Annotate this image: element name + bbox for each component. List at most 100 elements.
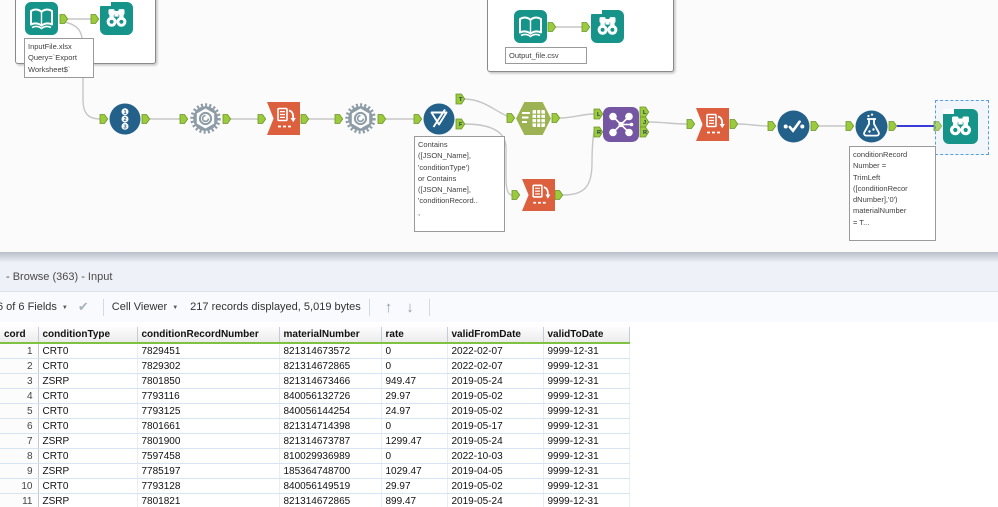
output-anchor[interactable] (377, 114, 387, 124)
data-cell[interactable]: 9999-12-31 (543, 388, 630, 404)
data-cell[interactable]: 821314714398 (279, 418, 382, 434)
row-number-cell[interactable]: 1 (0, 343, 39, 359)
row-number-cell[interactable]: 9 (0, 463, 39, 479)
apply-check-icon[interactable]: ✔ (78, 299, 89, 315)
table-row[interactable]: 7 ZSRP 7801900 821314673787 1299.47 2019-05-2… (0, 433, 630, 449)
connection-wire[interactable] (562, 131, 595, 196)
output-anchor[interactable] (729, 119, 739, 129)
data-cell[interactable]: 7793128 (137, 478, 280, 494)
table-row[interactable]: 1 CRT0 7829451 821314673572 0 2022-02-07 9999-… (0, 343, 630, 359)
data-cell[interactable]: 7829451 (137, 343, 280, 359)
output-anchor[interactable] (888, 121, 898, 131)
data-cell[interactable]: 2022-10-03 (447, 448, 544, 464)
formula-tool[interactable] (855, 110, 888, 143)
workflow-canvas[interactable]: TFLRLJR 1 2 3 InputFile.xlsx Query=`Expo… (0, 0, 998, 252)
connection-wire[interactable] (559, 113, 595, 119)
data-cell[interactable]: 2019-05-24 (447, 493, 544, 507)
data-cell[interactable]: 185364748700 (279, 463, 382, 479)
data-cell[interactable]: 7793116 (137, 388, 280, 404)
connection-wire[interactable] (737, 123, 769, 127)
data-cell[interactable]: CRT0 (38, 403, 138, 419)
data-cell[interactable]: 24.97 (381, 403, 448, 419)
input-anchor[interactable] (686, 119, 696, 129)
table-row[interactable]: 9 ZSRP 7785197 185364748700 1029.47 2019-04-0… (0, 463, 630, 479)
table-row[interactable]: 3 ZSRP 7801850 821314673466 949.47 2019-05-24… (0, 373, 630, 389)
data-cell[interactable]: 810029936989 (279, 448, 382, 464)
row-number-cell[interactable]: 8 (0, 448, 39, 464)
data-cell[interactable]: 0 (381, 418, 448, 434)
data-cell[interactable]: 29.97 (381, 388, 448, 404)
output-anchor[interactable] (810, 121, 820, 131)
row-number-cell[interactable]: 11 (0, 493, 39, 507)
input-anchor[interactable] (334, 114, 344, 124)
select-tool[interactable] (777, 110, 810, 143)
annotation-output-file[interactable]: Output_file.csv (505, 47, 587, 65)
data-cell[interactable]: 9999-12-31 (543, 448, 630, 464)
data-cell[interactable]: 821314672865 (279, 358, 382, 374)
data-cell[interactable]: 9999-12-31 (543, 418, 630, 434)
browse-tool-2[interactable] (591, 10, 624, 43)
data-cell[interactable]: 1029.47 (381, 463, 448, 479)
data-cell[interactable]: 949.47 (381, 373, 448, 389)
data-cell[interactable]: 2019-05-02 (447, 478, 544, 494)
data-cell[interactable]: ZSRP (38, 493, 138, 507)
output-anchor[interactable] (222, 114, 232, 124)
output-anchor[interactable] (554, 190, 564, 200)
output-anchor[interactable]: R (639, 126, 650, 138)
data-cell[interactable]: 2019-05-24 (447, 373, 544, 389)
data-cell[interactable]: 9999-12-31 (543, 463, 630, 479)
connection-wire[interactable] (647, 121, 688, 125)
output-anchor[interactable]: L (639, 106, 650, 118)
browse-tool-1[interactable] (100, 2, 133, 35)
annotation-input-file[interactable]: InputFile.xlsx Query=`Export Worksheet$` (24, 38, 94, 78)
data-cell[interactable]: 2019-05-24 (447, 433, 544, 449)
column-header-cord[interactable]: cord (0, 327, 39, 344)
input-anchor[interactable] (511, 190, 521, 200)
data-cell[interactable]: CRT0 (38, 343, 138, 359)
output-anchor[interactable] (551, 113, 561, 123)
data-cell[interactable]: 1299.47 (381, 433, 448, 449)
row-number-cell[interactable]: 10 (0, 478, 39, 494)
cell-viewer-button[interactable]: Cell Viewer (112, 301, 167, 313)
record-id-tool[interactable]: 123 (109, 103, 141, 135)
data-cell[interactable]: 7801661 (137, 418, 280, 434)
data-cell[interactable]: 7801900 (137, 433, 280, 449)
data-cell[interactable]: 7597458 (137, 448, 280, 464)
column-header-materialNumber[interactable]: materialNumber (279, 327, 382, 344)
data-cell[interactable]: CRT0 (38, 448, 138, 464)
row-number-cell[interactable]: 7 (0, 433, 39, 449)
data-cell[interactable]: 7801850 (137, 373, 280, 389)
macro-tool-2[interactable] (344, 102, 377, 135)
data-cell[interactable]: 840056149519 (279, 478, 382, 494)
data-cell[interactable]: CRT0 (38, 358, 138, 374)
table-row[interactable]: 10 CRT0 7793128 840056149519 29.97 2019-05-02… (0, 478, 630, 494)
input-anchor[interactable] (767, 121, 777, 131)
data-cell[interactable]: 821314673787 (279, 433, 382, 449)
data-cell[interactable]: 2022-02-07 (447, 358, 544, 374)
data-cell[interactable]: 2019-04-05 (447, 463, 544, 479)
input-anchor[interactable] (257, 114, 267, 124)
row-number-cell[interactable]: 2 (0, 358, 39, 374)
column-header-validFromDate[interactable]: validFromDate (447, 327, 544, 344)
data-cell[interactable]: 9999-12-31 (543, 343, 630, 359)
data-cell[interactable]: 29.97 (381, 478, 448, 494)
output-anchor[interactable]: J (639, 116, 650, 128)
fields-summary-button[interactable]: 6 of 6 Fields (0, 301, 57, 313)
data-cell[interactable]: 899.47 (381, 493, 448, 507)
scroll-down-icon[interactable]: ↓ (406, 299, 414, 316)
row-number-cell[interactable]: 5 (0, 403, 39, 419)
data-cell[interactable]: CRT0 (38, 388, 138, 404)
data-cell[interactable]: 821314673572 (279, 343, 382, 359)
table-row[interactable]: 6 CRT0 7801661 821314714398 0 2019-05-17 9999-… (0, 418, 630, 434)
data-cell[interactable]: 0 (381, 343, 448, 359)
data-cell[interactable]: 7829302 (137, 358, 280, 374)
input-data-tool-2[interactable] (514, 10, 547, 43)
output-anchor[interactable] (547, 22, 557, 32)
row-number-cell[interactable]: 6 (0, 418, 39, 434)
input-anchor[interactable] (413, 114, 423, 124)
data-cell[interactable]: 9999-12-31 (543, 403, 630, 419)
input-data-tool-1[interactable] (25, 2, 58, 35)
column-header-conditionType[interactable]: conditionType (38, 327, 138, 344)
connection-wire[interactable] (463, 98, 508, 117)
output-anchor[interactable]: F (455, 118, 466, 130)
